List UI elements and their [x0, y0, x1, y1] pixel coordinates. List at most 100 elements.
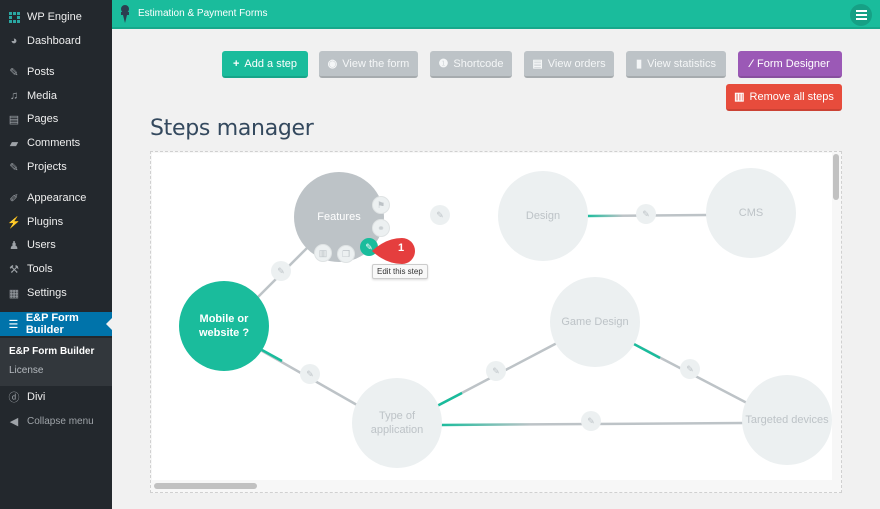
media-icon: ♫	[9, 90, 19, 102]
sidebar-item-label: Dashboard	[27, 35, 81, 47]
duplicate-step-button[interactable]: ❐	[337, 245, 355, 263]
steps-canvas-container: ✎ ✎ ✎ ✎ ✎ ✎ ✎ Mobile or website ? Featur…	[150, 151, 842, 493]
table-icon: ▤	[532, 58, 543, 70]
link-start-type-accent	[261, 348, 283, 363]
link-step-button[interactable]: ⚭	[372, 219, 390, 237]
tutorial-marker-number: 1	[397, 242, 405, 254]
sidebar-item-plugins[interactable]: ⚡ Plugins	[0, 211, 112, 233]
admin-sidebar: WP Engine ◕ Dashboard ✎ Posts ♫ Media ▤ …	[0, 0, 112, 509]
add-step-button[interactable]: + Add a step	[222, 51, 308, 78]
sidebar-item-users[interactable]: ♟ Users	[0, 234, 112, 256]
step-node-game-design[interactable]: Game Design	[550, 277, 640, 367]
page-title: Steps manager	[150, 116, 314, 141]
sidebar-item-label: Posts	[27, 66, 55, 78]
sidebar-item-media[interactable]: ♫ Media	[0, 85, 112, 107]
step-node-design[interactable]: Design	[498, 171, 588, 261]
form-designer-label: Form Designer	[757, 57, 830, 70]
steps-canvas[interactable]: ✎ ✎ ✎ ✎ ✎ ✎ ✎ Mobile or website ? Featur…	[152, 153, 832, 480]
edit-link-button[interactable]: ✎	[581, 411, 601, 431]
sidebar-item-appearance[interactable]: ✐ Appearance	[0, 187, 112, 209]
view-form-label: View the form	[342, 57, 410, 70]
step-node-cms[interactable]: CMS	[706, 168, 796, 258]
remove-all-steps-label: Remove all steps	[749, 90, 834, 103]
sidebar-submenu: E&P Form Builder License	[0, 338, 112, 386]
step-node-type-of-application[interactable]: Type of application	[352, 378, 442, 468]
eye-icon: ◉	[327, 58, 338, 70]
sidebar-item-label: Settings	[27, 287, 67, 299]
sidebar-item-label: Users	[27, 239, 56, 251]
sidebar-item-label: Pages	[27, 113, 59, 125]
sidebar-item-comments[interactable]: ▰ Comments	[0, 132, 112, 154]
collapse-menu-button[interactable]: ◀ Collapse menu	[0, 410, 112, 432]
step-label: Game Design	[561, 316, 629, 328]
collapse-icon: ◀	[9, 415, 19, 428]
user-icon: ♟	[9, 239, 19, 252]
sidebar-item-tools[interactable]: ⚒ Tools	[0, 258, 112, 280]
view-statistics-button[interactable]: ▮ View statistics	[626, 51, 726, 78]
wrench-icon: ⚒	[9, 263, 19, 276]
pin-icon: ✎	[9, 66, 19, 79]
link-game-devices-accent	[631, 341, 661, 360]
set-start-step-button[interactable]: ⚑	[372, 196, 390, 214]
flag-icon: ⚑	[376, 199, 386, 210]
pencil-icon: ✎	[306, 368, 314, 379]
edit-link-button[interactable]: ✎	[486, 361, 506, 381]
sidebar-item-label: Comments	[27, 137, 81, 149]
sidebar-item-projects[interactable]: ✎ Projects	[0, 156, 112, 178]
view-orders-button[interactable]: ▤ View orders	[524, 51, 614, 78]
horizontal-scrollbar[interactable]	[154, 483, 257, 489]
sidebar-item-dashboard[interactable]: ◕ Dashboard	[0, 30, 112, 52]
shortcode-button[interactable]: ❶ Shortcode	[430, 51, 512, 78]
step-node-targeted-devices[interactable]: Targeted devices	[742, 375, 832, 465]
sidebar-item-label: E&P Form Builder	[25, 312, 79, 336]
pages-icon: ▤	[8, 113, 20, 126]
pencil-icon: ✎	[686, 363, 694, 374]
list-icon	[855, 10, 867, 20]
bar-chart-icon: ▮	[636, 58, 643, 70]
edit-link-button[interactable]: ✎	[430, 205, 450, 225]
settings-icon: ▦	[8, 287, 20, 300]
sidebar-item-posts[interactable]: ✎ Posts	[0, 61, 112, 83]
vertical-scrollbar[interactable]	[833, 154, 839, 200]
dashboard-icon: ◕	[10, 35, 18, 47]
pencil-icon: ✎	[277, 265, 285, 276]
delete-step-button[interactable]: ▥	[314, 244, 332, 262]
sidebar-item-pages[interactable]: ▤ Pages	[0, 108, 112, 130]
link-type-game-accent	[436, 391, 463, 408]
edit-link-button[interactable]: ✎	[300, 364, 320, 384]
edit-link-button[interactable]: ✎	[680, 359, 700, 379]
step-label: Design	[525, 210, 561, 222]
sidebar-item-label: WP Engine	[27, 11, 82, 23]
step-label: Type of application	[370, 410, 424, 436]
view-orders-label: View orders	[547, 57, 606, 70]
view-form-button[interactable]: ◉ View the form	[319, 51, 418, 78]
plugin-title: Estimation & Payment Forms	[138, 8, 268, 19]
magic-wand-icon: ⁄	[750, 57, 753, 70]
remove-all-steps-button[interactable]: ▥ Remove all steps	[726, 84, 842, 111]
sidebar-item-label: Media	[27, 90, 57, 102]
menu-button[interactable]	[850, 4, 872, 26]
sidebar-item-label: Plugins	[27, 216, 64, 228]
form-designer-button[interactable]: ⁄ Form Designer	[738, 51, 842, 78]
add-step-label: Add a step	[244, 57, 298, 70]
submenu-item-license[interactable]: License	[9, 365, 43, 376]
edit-link-button[interactable]: ✎	[636, 204, 656, 224]
step-label: Targeted devices	[745, 414, 829, 426]
sidebar-item-settings[interactable]: ▦ Settings	[0, 282, 112, 304]
divi-icon: ⓓ	[8, 392, 20, 404]
sidebar-item-label: Tools	[27, 263, 53, 275]
step-node-start[interactable]: Mobile or website ?	[179, 281, 269, 371]
sidebar-item-label: Collapse menu	[27, 415, 94, 427]
edit-link-button[interactable]: ✎	[271, 261, 291, 281]
submenu-item-ep-form-builder[interactable]: E&P Form Builder	[9, 346, 94, 357]
step-label: CMS	[738, 207, 764, 219]
pencil-icon: ✎	[587, 415, 595, 426]
step-label: Mobile or website ?	[198, 313, 250, 339]
trash-icon: ▥	[734, 91, 745, 103]
sidebar-item-label: Appearance	[27, 192, 87, 204]
sidebar-item-ep-form-builder[interactable]: ☰ E&P Form Builder	[0, 312, 112, 336]
pencil-icon: ✎	[642, 208, 650, 219]
sidebar-item-divi[interactable]: ⓓ Divi	[0, 386, 112, 408]
sidebar-item-wp-engine[interactable]: WP Engine	[0, 6, 112, 28]
copy-icon: ❐	[341, 248, 351, 259]
